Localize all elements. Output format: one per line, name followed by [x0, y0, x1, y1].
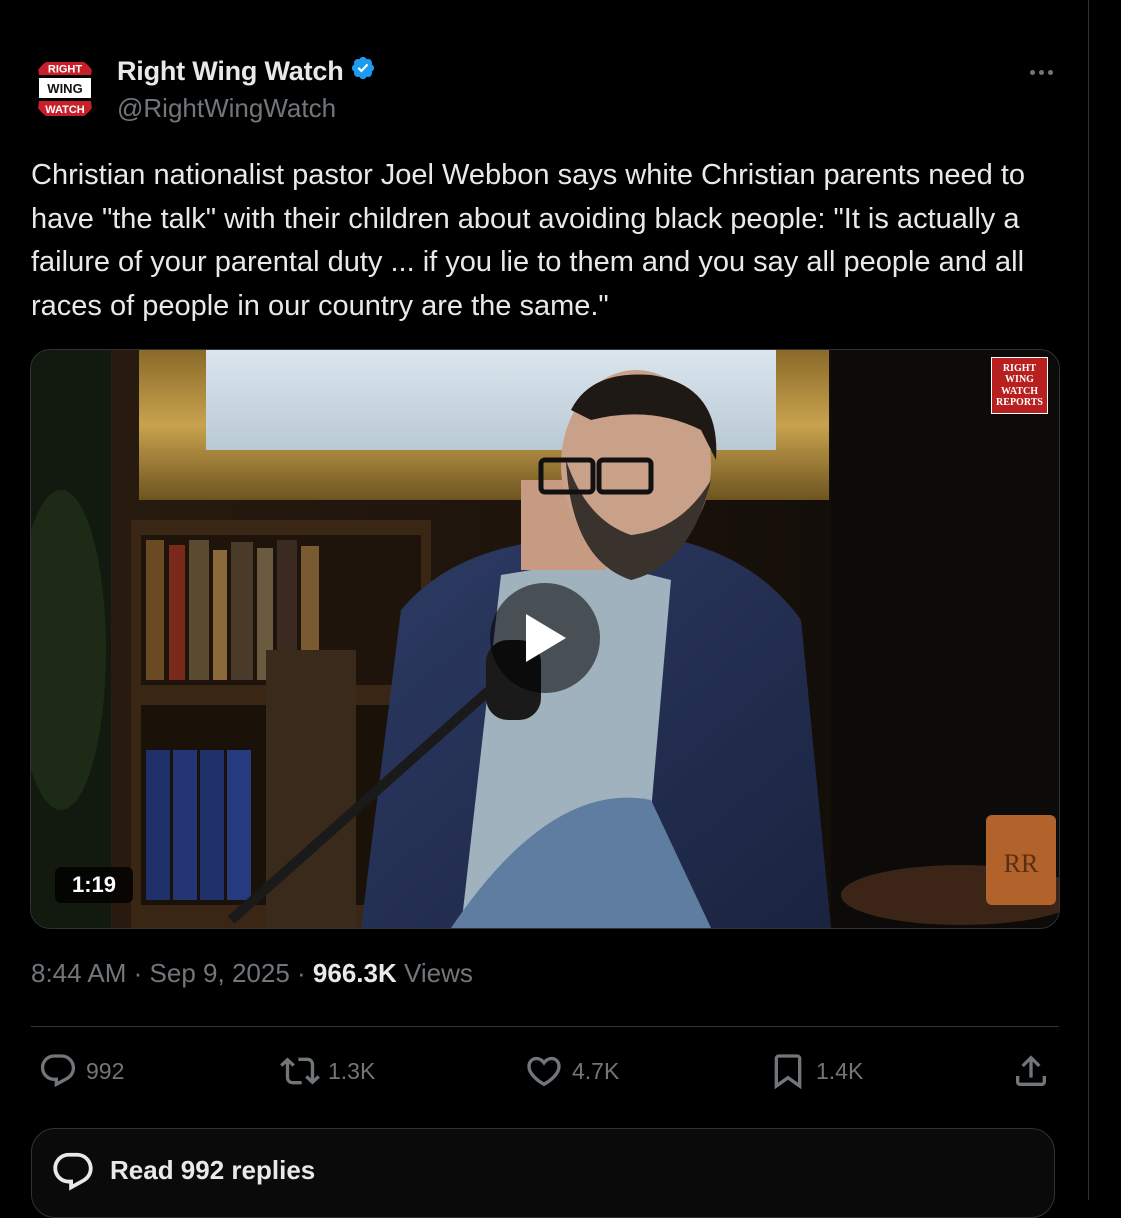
like-count: 4.7K	[572, 1057, 620, 1084]
author-avatar[interactable]: RIGHT WING WATCH	[32, 56, 98, 122]
divider	[31, 1026, 1059, 1027]
read-replies-label: Read 992 replies	[110, 1155, 316, 1185]
repost-button[interactable]: 1.3K	[280, 1050, 375, 1092]
author-handle[interactable]: @RightWingWatch	[117, 93, 336, 124]
reply-icon	[40, 1054, 76, 1088]
verified-badge-icon	[350, 55, 376, 88]
bookmark-button[interactable]: 1.4K	[768, 1050, 863, 1092]
author-name-row[interactable]: Right Wing Watch	[117, 55, 376, 88]
tweet-text: Christian nationalist pastor Joel Webbon…	[31, 159, 1026, 322]
avatar-text-watch: WATCH	[45, 104, 85, 116]
watermark-line: WING	[1005, 374, 1034, 385]
watermark-line: WATCH	[1000, 385, 1039, 397]
heart-icon	[527, 1056, 561, 1087]
video-duration: 1:19	[55, 867, 133, 903]
rww-reports-watermark: RIGHT WING WATCH REPORTS	[991, 357, 1048, 414]
more-dots-icon[interactable]	[1025, 60, 1057, 84]
tweet-time[interactable]: 8:44 AM	[31, 958, 126, 988]
meta-separator: ·	[133, 958, 143, 988]
views-label: Views	[404, 958, 473, 988]
share-icon	[1016, 1055, 1046, 1086]
column-border	[1088, 0, 1089, 1200]
repost-count: 1.3K	[328, 1057, 376, 1084]
tweet-meta: 8:44 AM · Sep 9, 2025 · 966.3K Views	[31, 958, 473, 989]
tweet-date[interactable]: Sep 9, 2025	[150, 958, 290, 988]
read-replies-button[interactable]: Read 992 replies	[31, 1128, 1055, 1218]
watermark-line: REPORTS	[996, 397, 1043, 408]
bookmark-icon	[774, 1054, 802, 1090]
mug-logo: RR	[1004, 849, 1039, 878]
avatar-text-right: RIGHT	[48, 64, 83, 76]
repost-icon	[280, 1057, 320, 1085]
share-button[interactable]	[1011, 1050, 1051, 1092]
author-name[interactable]: Right Wing Watch	[117, 56, 344, 87]
reply-bubble-icon	[53, 1152, 93, 1191]
avatar-text-wing: WING	[47, 81, 82, 96]
meta-separator: ·	[297, 958, 306, 988]
watermark-line: RIGHT	[1002, 362, 1037, 374]
reply-button[interactable]: 992	[38, 1050, 124, 1092]
bookmark-count: 1.4K	[816, 1057, 864, 1084]
play-icon	[526, 614, 566, 662]
play-button[interactable]	[490, 583, 600, 693]
like-button[interactable]: 4.7K	[524, 1050, 619, 1092]
reply-count: 992	[86, 1057, 125, 1084]
views-count: 966.3K	[312, 958, 397, 988]
